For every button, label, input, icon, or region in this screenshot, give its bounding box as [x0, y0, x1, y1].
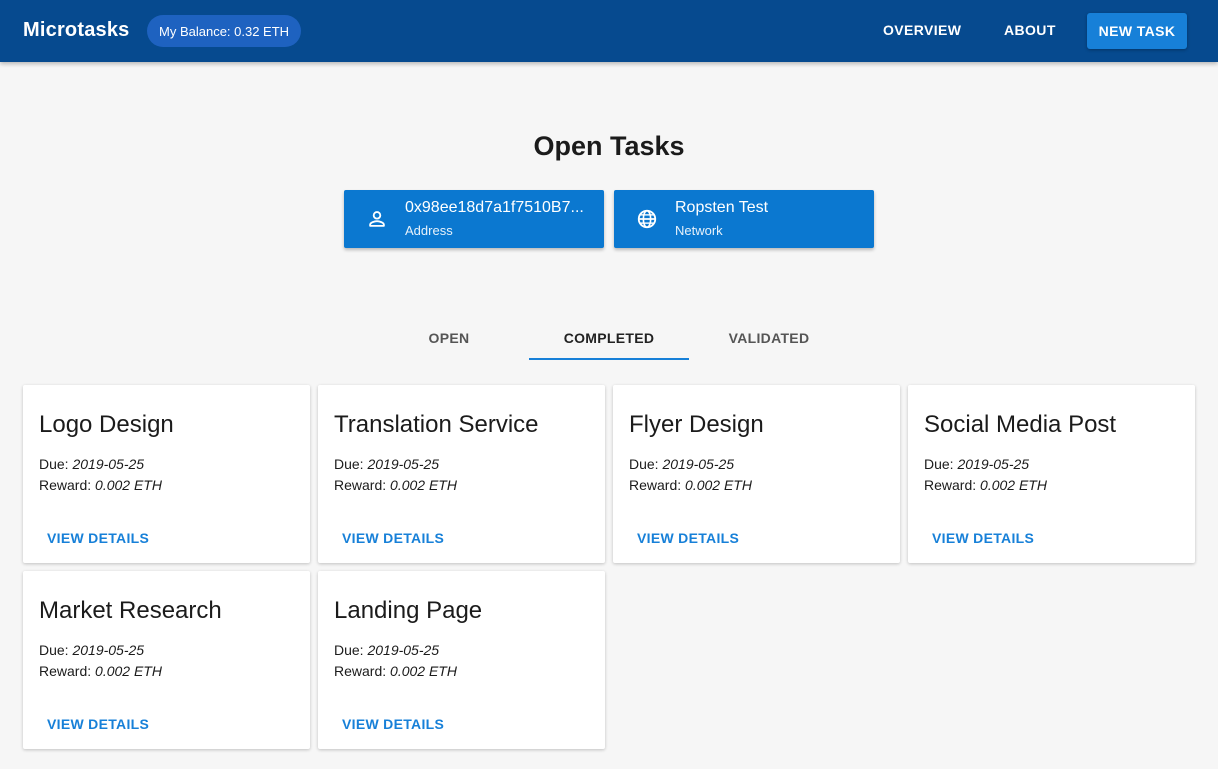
network-value: Ropsten Test	[675, 199, 769, 216]
page-title: Open Tasks	[533, 131, 685, 161]
task-card: Social Media Post Due: 2019-05-25 Reward…	[908, 385, 1195, 563]
address-value: 0x98ee18d7a1f7510B7...	[405, 199, 584, 216]
task-reward: Reward: 0.002 ETH	[924, 477, 1047, 493]
due-label: Due:	[334, 642, 364, 658]
task-card: Flyer Design Due: 2019-05-25 Reward: 0.0…	[613, 385, 900, 563]
due-value: 2019-05-25	[662, 456, 735, 472]
task-card: Landing Page Due: 2019-05-25 Reward: 0.0…	[318, 571, 605, 749]
due-label: Due:	[924, 456, 954, 472]
view-details-button[interactable]: VIEW DETAILS	[637, 530, 739, 546]
new-task-button[interactable]: NEW TASK	[1087, 13, 1187, 49]
task-due: Due: 2019-05-25	[334, 456, 439, 472]
view-details-button[interactable]: VIEW DETAILS	[47, 530, 149, 546]
network-card: Ropsten Test Network	[614, 190, 874, 248]
task-reward: Reward: 0.002 ETH	[39, 477, 162, 493]
task-due: Due: 2019-05-25	[334, 642, 439, 658]
reward-value: 0.002 ETH	[685, 477, 752, 493]
task-title: Translation Service	[334, 411, 539, 438]
due-label: Due:	[39, 642, 69, 658]
reward-value: 0.002 ETH	[980, 477, 1047, 493]
view-details-button[interactable]: VIEW DETAILS	[47, 716, 149, 732]
reward-label: Reward:	[39, 477, 92, 493]
reward-label: Reward:	[334, 663, 387, 679]
task-due: Due: 2019-05-25	[39, 642, 144, 658]
task-due: Due: 2019-05-25	[629, 456, 734, 472]
due-value: 2019-05-25	[957, 456, 1030, 472]
reward-label: Reward:	[39, 663, 92, 679]
task-title: Landing Page	[334, 597, 483, 624]
task-reward: Reward: 0.002 ETH	[334, 477, 457, 493]
task-title: Social Media Post	[924, 411, 1117, 438]
tab-validated[interactable]: VALIDATED	[689, 318, 849, 360]
tab-open[interactable]: OPEN	[369, 318, 529, 360]
task-card: Market Research Due: 2019-05-25 Reward: …	[23, 571, 310, 749]
nav-overview-link[interactable]: OVERVIEW	[883, 22, 961, 38]
task-title: Market Research	[39, 597, 222, 624]
task-due: Due: 2019-05-25	[39, 456, 144, 472]
tab-completed[interactable]: COMPLETED	[529, 318, 689, 360]
task-card: Translation Service Due: 2019-05-25 Rewa…	[318, 385, 605, 563]
globe-icon	[637, 209, 657, 229]
reward-value: 0.002 ETH	[95, 477, 162, 493]
view-details-button[interactable]: VIEW DETAILS	[342, 716, 444, 732]
network-label: Network	[675, 223, 723, 238]
reward-value: 0.002 ETH	[390, 477, 457, 493]
due-value: 2019-05-25	[367, 456, 440, 472]
task-reward: Reward: 0.002 ETH	[629, 477, 752, 493]
task-reward: Reward: 0.002 ETH	[334, 663, 457, 679]
nav-about-link[interactable]: ABOUT	[1004, 22, 1056, 38]
due-label: Due:	[629, 456, 659, 472]
task-due: Due: 2019-05-25	[924, 456, 1029, 472]
view-details-button[interactable]: VIEW DETAILS	[342, 530, 444, 546]
due-value: 2019-05-25	[367, 642, 440, 658]
due-value: 2019-05-25	[72, 456, 145, 472]
person-icon	[369, 211, 385, 227]
address-card: 0x98ee18d7a1f7510B7... Address	[344, 190, 604, 248]
app-bar: Microtasks My Balance: 0.32 ETH OVERVIEW…	[0, 0, 1218, 62]
app-title[interactable]: Microtasks	[23, 19, 130, 42]
due-label: Due:	[39, 456, 69, 472]
reward-value: 0.002 ETH	[95, 663, 162, 679]
reward-label: Reward:	[334, 477, 387, 493]
reward-label: Reward:	[629, 477, 682, 493]
view-details-button[interactable]: VIEW DETAILS	[932, 530, 1034, 546]
task-card: Logo Design Due: 2019-05-25 Reward: 0.00…	[23, 385, 310, 563]
task-reward: Reward: 0.002 ETH	[39, 663, 162, 679]
task-title: Flyer Design	[629, 411, 764, 438]
due-label: Due:	[334, 456, 364, 472]
due-value: 2019-05-25	[72, 642, 145, 658]
balance-chip: My Balance: 0.32 ETH	[147, 15, 302, 47]
reward-value: 0.002 ETH	[390, 663, 457, 679]
task-title: Logo Design	[39, 411, 174, 438]
address-label: Address	[405, 223, 453, 238]
reward-label: Reward:	[924, 477, 977, 493]
